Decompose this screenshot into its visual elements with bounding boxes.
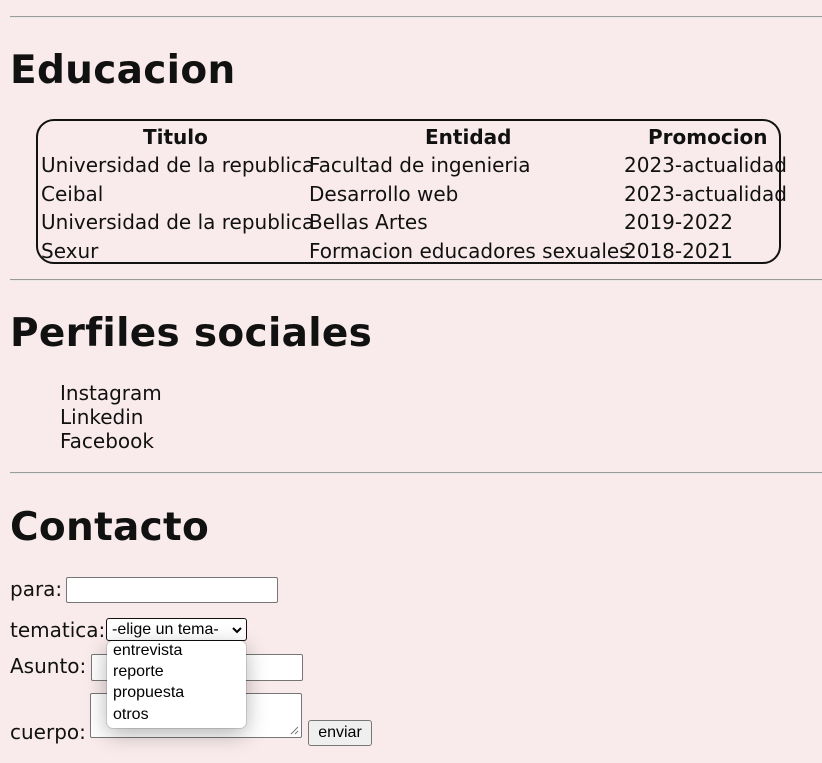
table-cell-entidad: Facultad de ingenieria (309, 153, 531, 177)
column-header-promocion: Promocion (648, 125, 768, 149)
para-input[interactable] (66, 577, 278, 603)
divider-bottom (10, 472, 822, 474)
table-cell-promocion: 2023-actualidad (624, 153, 787, 177)
resize-grip-icon[interactable] (289, 725, 299, 735)
tematica-select[interactable]: -elige un tema- (106, 618, 247, 641)
table-cell-entidad: Bellas Artes (309, 210, 428, 234)
heading-perfiles-sociales: Perfiles sociales (10, 311, 373, 356)
tematica-dropdown-list: entrevista reporte propuesta otros (107, 641, 246, 728)
table-cell-entidad: Desarrollo web (309, 182, 459, 206)
table-cell-titulo: Universidad de la republica (41, 153, 315, 177)
social-link-instagram[interactable]: Instagram (60, 383, 162, 403)
table-cell-entidad: Formacion educadores sexuales (309, 239, 630, 263)
table-cell-titulo: Ceibal (41, 182, 104, 206)
cuerpo-label: cuerpo: (10, 720, 86, 744)
heading-contacto: Contacto (10, 505, 210, 550)
table-cell-promocion: 2019-2022 (624, 210, 734, 234)
chevron-down-icon (232, 627, 242, 634)
dropdown-option-otros[interactable]: otros (113, 707, 149, 723)
asunto-label: Asunto: (10, 654, 87, 678)
enviar-button[interactable]: enviar (308, 720, 372, 746)
table-cell-promocion: 2023-actualidad (624, 182, 787, 206)
table-cell-titulo: Universidad de la republica (41, 210, 315, 234)
table-cell-titulo: Sexur (41, 239, 99, 263)
column-header-titulo: Titulo (143, 125, 208, 149)
column-header-entidad: Entidad (425, 125, 512, 149)
divider-top (10, 16, 822, 18)
table-cell-promocion: 2018-2021 (624, 239, 734, 263)
divider-middle (10, 279, 822, 281)
social-link-linkedin[interactable]: Linkedin (60, 407, 143, 427)
social-link-facebook[interactable]: Facebook (60, 431, 154, 451)
dropdown-option-entrevista[interactable]: entrevista (113, 643, 182, 659)
heading-educacion: Educacion (10, 48, 236, 93)
para-label: para: (10, 577, 63, 601)
dropdown-option-reporte[interactable]: reporte (113, 664, 164, 680)
tematica-selected-value: -elige un tema- (112, 621, 219, 638)
tematica-label: tematica: (10, 618, 106, 642)
dropdown-option-propuesta[interactable]: propuesta (113, 685, 184, 701)
